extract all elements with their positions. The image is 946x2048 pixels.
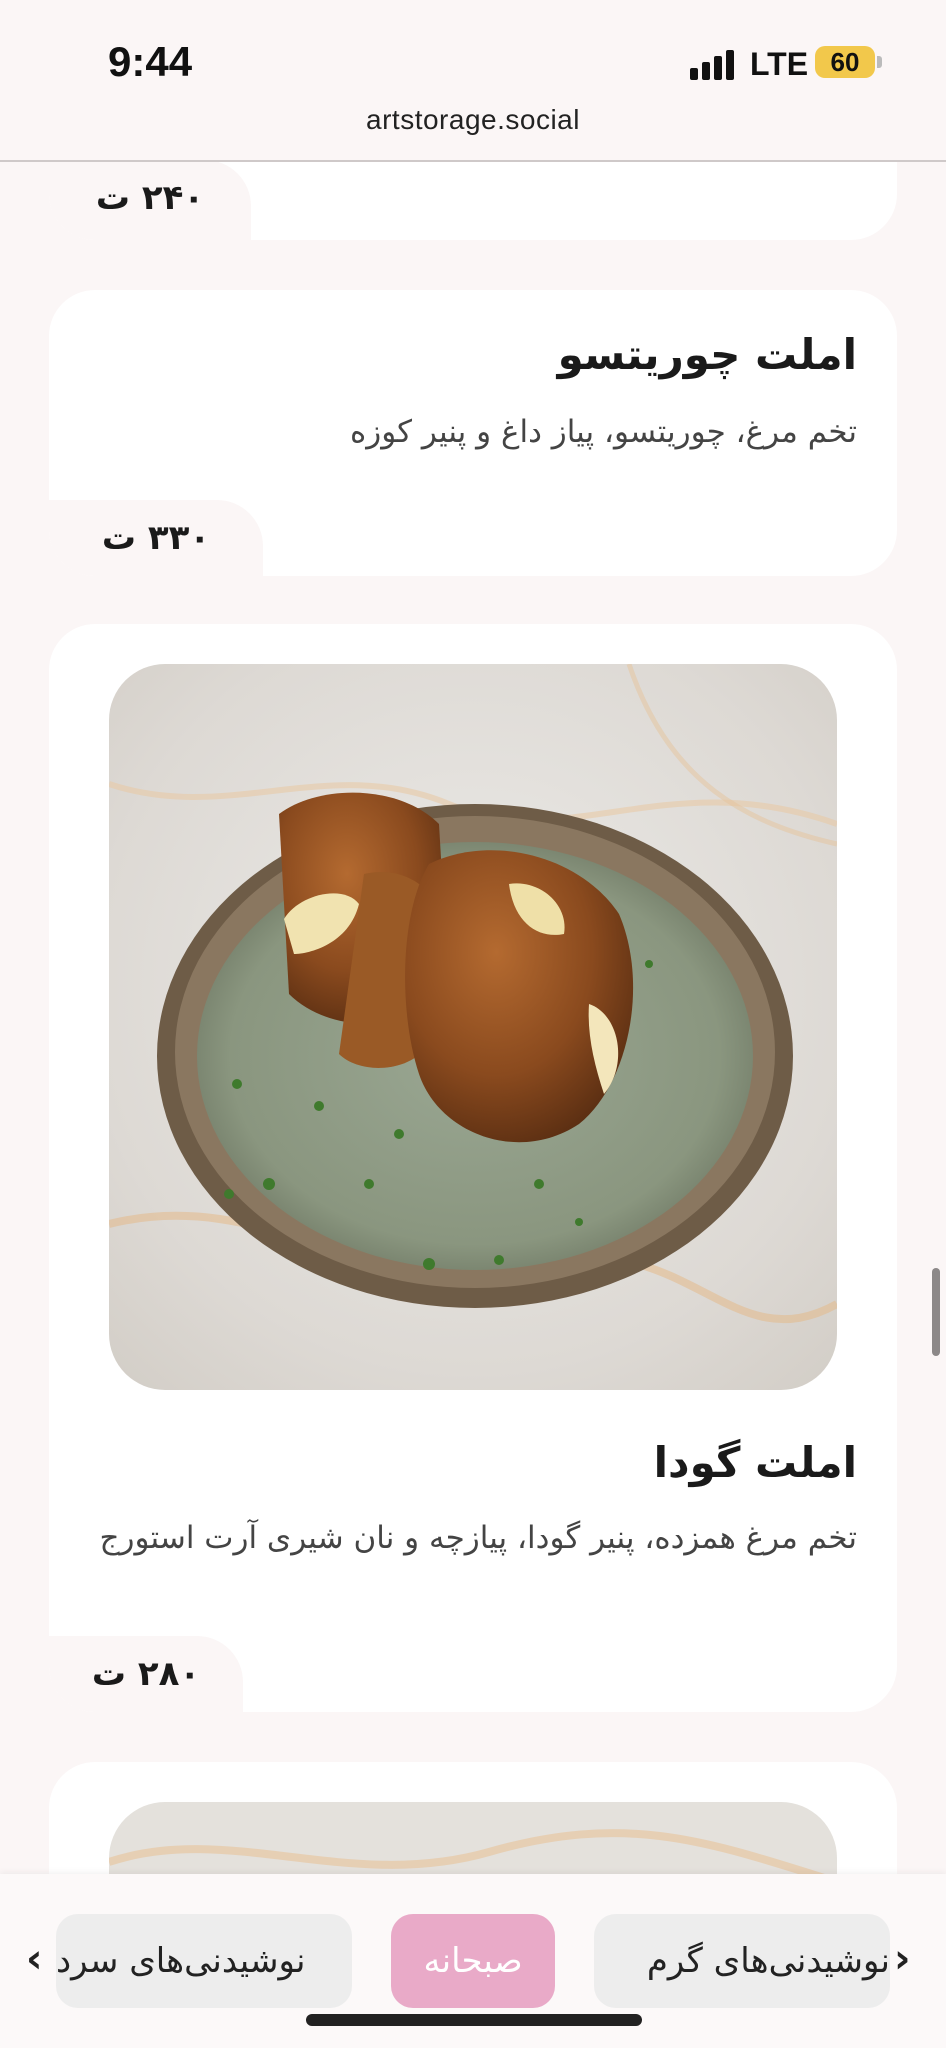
dish-image (109, 1802, 837, 1874)
clock: 9:44 (108, 38, 193, 85)
tab-label: نوشیدنی‌های گرم (646, 1941, 890, 1981)
menu-item-card[interactable]: املت چوریتسو تخم مرغ، چوریتسو، پیاز داغ … (49, 290, 897, 576)
menu-list[interactable]: ۲۴۰ ت املت چوریتسو تخم مرغ، چوریتسو، پیا… (0, 162, 946, 1874)
tab-hot-drinks[interactable]: نوشیدنی‌های گرم (594, 1914, 890, 2008)
cellular-signal-icon (690, 50, 738, 80)
item-price: ۳۳۰ ت (49, 500, 263, 576)
tab-cold-drinks[interactable]: نوشیدنی‌های سرد (56, 1914, 352, 2008)
item-price: ۲۸۰ ت (49, 1636, 243, 1712)
url-bar[interactable]: artstorage.social (0, 104, 946, 136)
battery-icon: 60 (815, 46, 875, 78)
tab-breakfast[interactable]: صبحانه (391, 1914, 555, 2008)
item-price: ۲۴۰ ت (49, 162, 251, 240)
tab-label: صبحانه (423, 1941, 523, 1981)
item-description: تخم مرغ همزده، پنیر گودا، پیازچه و نان ش… (99, 1520, 857, 1556)
home-indicator (306, 2014, 642, 2026)
omelette-sandwich-image (109, 664, 837, 1390)
menu-item-card[interactable] (49, 1762, 897, 1874)
item-title: املت گودا (653, 1438, 857, 1487)
dish-photo (109, 664, 837, 1390)
battery-tip (877, 56, 882, 68)
status-bar: 9:44 LTE 60 (0, 0, 946, 110)
network-type: LTE (750, 46, 809, 82)
chevron-left-icon[interactable]: ‹ (26, 1936, 42, 1982)
item-description: تخم مرغ، چوریتسو، پیاز داغ و پنیر کوزه (350, 414, 857, 450)
menu-item-card[interactable]: ۲۴۰ ت (49, 162, 897, 240)
scrollbar[interactable] (932, 1268, 940, 1356)
menu-item-card[interactable]: املت گودا تخم مرغ همزده، پنیر گودا، پیاز… (49, 624, 897, 1712)
chevron-right-icon[interactable]: › (894, 1936, 910, 1982)
dish-photo (109, 1802, 837, 1874)
item-title: املت چوریتسو (557, 330, 857, 379)
tab-label: نوشیدنی‌های سرد (56, 1941, 306, 1981)
